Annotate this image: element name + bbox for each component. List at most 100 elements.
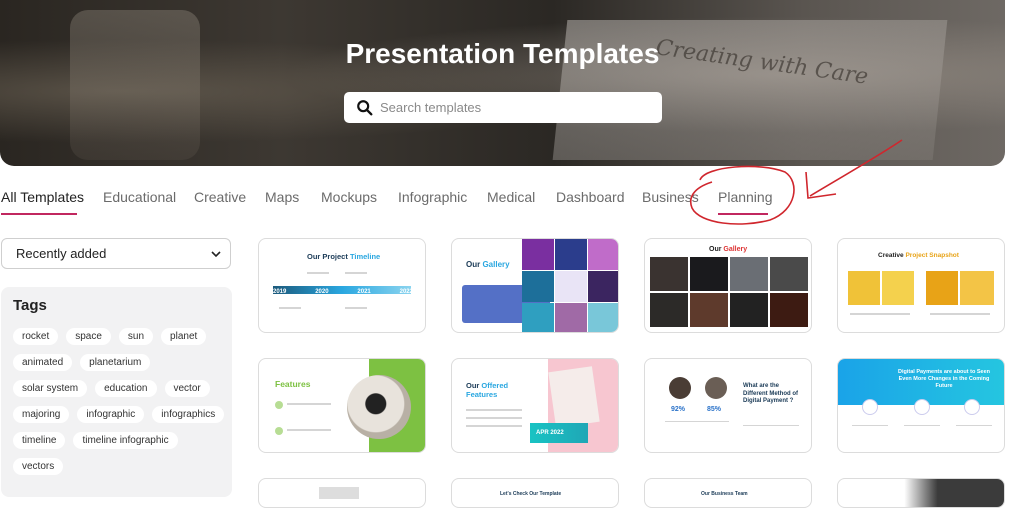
gallery-photo <box>690 293 728 327</box>
text-line <box>743 425 799 426</box>
timeline-year: 2019 <box>273 289 287 295</box>
gallery-photo <box>770 257 808 291</box>
search-bar[interactable] <box>344 92 662 123</box>
sort-selected-value: Recently added <box>16 246 107 261</box>
snapshot-photo <box>960 271 994 305</box>
card-title: Our Offered Features <box>466 381 509 399</box>
tab-planning[interactable]: Planning <box>718 189 773 205</box>
snapshot-photo <box>848 271 880 305</box>
tag-chip[interactable]: timeline infographic <box>73 432 178 449</box>
template-card-digital-payment[interactable]: 92% 85% What are the Different Method of… <box>644 358 812 453</box>
text-line <box>307 272 329 274</box>
gallery-photo <box>588 303 618 332</box>
gallery-photo <box>730 293 768 327</box>
text-line <box>466 425 522 427</box>
gallery-photo <box>555 303 587 332</box>
tag-chip[interactable]: majoring <box>13 406 70 423</box>
feature-circle-icon <box>862 399 878 415</box>
stat-value: 85% <box>707 406 722 413</box>
template-card-row3-3[interactable]: Our Business Team <box>644 478 812 508</box>
text-line <box>466 409 522 411</box>
tab-medical[interactable]: Medical <box>487 189 535 205</box>
planning-tab-underline <box>718 213 768 215</box>
template-card-row3-1[interactable] <box>258 478 426 508</box>
tab-maps[interactable]: Maps <box>265 189 299 205</box>
tag-chip[interactable]: timeline <box>13 432 66 449</box>
avatar-photo <box>705 377 727 399</box>
feature-bullet <box>275 427 283 435</box>
feature-photo <box>347 375 411 439</box>
snapshot-photo <box>926 271 958 305</box>
text-line <box>904 425 940 426</box>
tag-chip[interactable]: vector <box>164 380 210 397</box>
text-line <box>345 307 367 309</box>
card-title: Our Gallery <box>466 260 510 269</box>
tag-chip[interactable]: rocket <box>13 328 59 345</box>
gallery-photo <box>588 271 618 302</box>
tag-chip[interactable]: animated <box>13 354 73 371</box>
card-title: Our Gallery <box>709 246 748 253</box>
card-title: Creative Project Snapshot <box>878 252 959 259</box>
template-card-row3-2[interactable]: Let's Check Our Template <box>451 478 619 508</box>
feature-circle-icon <box>964 399 980 415</box>
card-title: Our Project Timeline <box>307 252 381 261</box>
sort-dropdown[interactable]: Recently added <box>1 238 231 269</box>
tab-dashboard[interactable]: Dashboard <box>556 189 625 205</box>
avatar-photo <box>669 377 691 399</box>
tag-chip[interactable]: education <box>95 380 157 397</box>
tag-chip[interactable]: infographics <box>152 406 225 423</box>
timeline-year: 2021 <box>357 289 371 295</box>
template-card-project-timeline[interactable]: Our Project Timeline 2019 2020 2021 2022 <box>258 238 426 333</box>
timeline-year: 2022 <box>399 289 413 295</box>
text-line <box>279 307 301 309</box>
text-line <box>466 417 522 419</box>
page-title: Presentation Templates <box>345 38 660 69</box>
text-line <box>852 425 888 426</box>
template-card-digital-future[interactable]: Digital Payments are about to Seen Even … <box>837 358 1005 453</box>
text-line <box>850 313 910 315</box>
card-title: Let's Check Our Template <box>500 491 562 497</box>
text-line <box>930 313 990 315</box>
tag-chip[interactable]: solar system <box>13 380 88 397</box>
tag-chip[interactable]: vectors <box>13 458 64 475</box>
tag-chip[interactable]: sun <box>118 328 154 345</box>
template-card-features[interactable]: Features <box>258 358 426 453</box>
feature-bullet <box>275 401 283 409</box>
gallery-photo <box>770 293 808 327</box>
gallery-photo <box>555 271 587 302</box>
search-input[interactable] <box>378 99 652 116</box>
snapshot-photo <box>882 271 914 305</box>
tab-creative[interactable]: Creative <box>194 189 246 205</box>
gallery-photo <box>555 239 587 270</box>
tab-all-templates[interactable]: All Templates <box>1 189 84 205</box>
text-line <box>287 403 331 405</box>
template-card-offered-features[interactable]: Our Offered Features APR 2022 <box>451 358 619 453</box>
tab-business[interactable]: Business <box>642 189 699 205</box>
template-card-row3-4[interactable] <box>837 478 1005 508</box>
template-card-gallery-blue[interactable]: Our Gallery <box>451 238 619 333</box>
gallery-photo <box>650 257 688 291</box>
paper-photo <box>548 366 600 428</box>
feature-circle-icon <box>914 399 930 415</box>
text-line <box>345 272 367 274</box>
gallery-photo <box>522 303 554 332</box>
tag-chip[interactable]: infographic <box>77 406 145 423</box>
gallery-photo <box>650 293 688 327</box>
card-heading: Digital Payments are about to Seen Even … <box>898 369 990 389</box>
chevron-down-icon <box>211 250 221 257</box>
tab-educational[interactable]: Educational <box>103 189 176 205</box>
tag-chip[interactable]: planetarium <box>80 354 151 371</box>
template-card-gallery-dark[interactable]: Our Gallery <box>644 238 812 333</box>
hero-glass-jar <box>70 10 200 160</box>
gallery-photo <box>690 257 728 291</box>
tag-chip[interactable]: planet <box>161 328 207 345</box>
gallery-photo <box>522 271 554 302</box>
card-photo <box>319 487 359 499</box>
active-tab-indicator <box>1 213 77 215</box>
template-card-project-snapshot[interactable]: Creative Project Snapshot <box>837 238 1005 333</box>
text-line <box>287 429 331 431</box>
tag-chip[interactable]: space <box>66 328 111 345</box>
tab-mockups[interactable]: Mockups <box>321 189 377 205</box>
tab-infographic[interactable]: Infographic <box>398 189 467 205</box>
gallery-photo <box>730 257 768 291</box>
